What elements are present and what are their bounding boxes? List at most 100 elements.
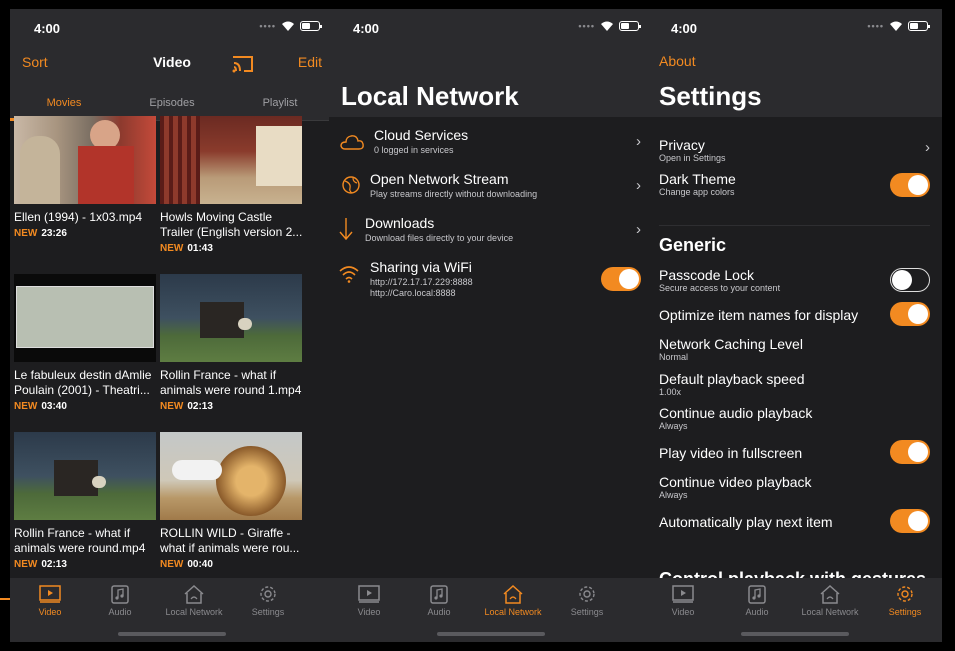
settings-gear-icon — [260, 586, 276, 602]
optimize-names-toggle[interactable] — [890, 302, 930, 326]
row-passcode-lock: Passcode Lock Secure access to your cont… — [659, 267, 942, 293]
home-indicator — [437, 632, 545, 636]
local-network-icon — [184, 584, 204, 604]
local-network-icon — [820, 584, 840, 604]
movie-item[interactable]: Rollin France - what if animals were rou… — [14, 432, 160, 570]
wifi-icon — [339, 266, 359, 283]
chevron-right-icon: › — [636, 177, 641, 194]
row-dark-theme: Dark Theme Change app colors — [659, 171, 942, 197]
tabbar-local-network[interactable]: Local Network — [154, 584, 234, 617]
row-open-network-stream[interactable]: Open Network Stream Play streams directl… — [329, 171, 653, 207]
tabbar-local-network[interactable]: Local Network — [473, 584, 553, 617]
autoplay-next-toggle[interactable] — [890, 509, 930, 533]
status-bar: 4:00 •••• — [647, 9, 942, 45]
tabbar-settings[interactable]: Settings — [228, 584, 308, 617]
movie-item[interactable]: Rollin France - what if animals were rou… — [160, 274, 306, 412]
row-title: Privacy — [659, 137, 705, 153]
movie-duration: 02:13 — [187, 401, 213, 412]
section-title-generic: Generic — [659, 235, 727, 255]
video-icon — [358, 585, 380, 603]
movie-item[interactable]: Le fabuleux destin dAmlie Poulain (2001)… — [14, 274, 160, 412]
movie-thumbnail — [160, 432, 302, 520]
row-playback-speed[interactable]: Default playback speed 1.00x — [659, 371, 942, 397]
movie-item[interactable]: Howls Moving Castle Trailer (English ver… — [160, 116, 306, 254]
movie-title-line2: animals were round.mp4 — [14, 541, 146, 555]
fullscreen-toggle[interactable] — [890, 440, 930, 464]
local-network-icon — [503, 584, 523, 604]
edit-button[interactable]: Edit — [298, 54, 322, 70]
movie-thumbnail — [14, 432, 156, 520]
tabbar-settings[interactable]: Settings — [547, 584, 627, 617]
movie-thumbnail — [14, 274, 156, 362]
tabbar-video[interactable]: Video — [329, 584, 409, 617]
row-downloads[interactable]: Downloads Download files directly to you… — [329, 215, 653, 251]
row-autoplay-next: Automatically play next item — [659, 509, 942, 533]
movie-item[interactable]: ROLLIN WILD - Giraffe - what if animals … — [160, 432, 306, 570]
tabbar-audio[interactable]: Audio — [80, 584, 160, 617]
movie-thumbnail — [14, 116, 156, 204]
local-network-screen: 4:00 •••• Local Network Cloud Services 0… — [329, 9, 653, 642]
page-title: Settings — [659, 81, 762, 111]
row-subtitle: Open in Settings — [659, 153, 726, 163]
movie-duration: 00:40 — [187, 559, 213, 570]
row-optimize-names: Optimize item names for display — [659, 302, 942, 326]
wifi-status-icon — [601, 21, 613, 31]
row-subtitle: Download files directly to your device — [365, 233, 514, 243]
divider — [659, 225, 930, 226]
tabbar-video[interactable]: Video — [647, 584, 723, 617]
row-continue-video[interactable]: Continue video playback Always — [659, 474, 942, 500]
new-badge: NEW — [14, 228, 38, 239]
movie-duration: 02:13 — [41, 559, 67, 570]
new-badge: NEW — [160, 401, 184, 412]
tab-movies[interactable]: Movies — [10, 97, 118, 109]
video-icon — [672, 585, 694, 603]
movie-title: ROLLIN WILD - Giraffe - — [160, 526, 291, 540]
tabbar-audio[interactable]: Audio — [399, 584, 479, 617]
movie-title: Rollin France - what if — [160, 368, 277, 382]
settings-screen: 4:00 •••• About Settings Privacy Open in… — [647, 9, 942, 642]
wifi-status-icon — [282, 21, 294, 31]
home-indicator — [118, 632, 226, 636]
movie-title-line2: animals were round 1.mp4 — [160, 383, 302, 397]
tabbar-audio[interactable]: Audio — [717, 584, 797, 617]
battery-icon — [300, 21, 322, 31]
tabbar-local-network[interactable]: Local Network — [790, 584, 870, 617]
movie-title: Rollin France - what if — [14, 526, 131, 540]
movie-duration: 03:40 — [41, 401, 67, 412]
settings-gear-icon — [897, 586, 913, 602]
passcode-lock-toggle[interactable] — [890, 268, 930, 292]
sharing-wifi-toggle[interactable] — [601, 267, 641, 291]
movie-thumbnail — [160, 116, 302, 204]
row-title: Downloads — [365, 215, 435, 231]
row-sharing-wifi: Sharing via WiFi http://172.17.17.229:88… — [329, 259, 653, 307]
about-button[interactable]: About — [659, 53, 696, 69]
movie-title-line2: Trailer (English version 2... — [160, 225, 303, 239]
row-title: Open Network Stream — [370, 171, 509, 187]
tabbar-settings[interactable]: Settings — [865, 584, 942, 617]
audio-icon — [430, 585, 448, 604]
movie-duration: 23:26 — [41, 228, 67, 239]
tabbar-video[interactable]: Video — [10, 584, 90, 617]
dark-theme-toggle[interactable] — [890, 173, 930, 197]
status-time: 4:00 — [353, 21, 380, 36]
network-stream-icon — [342, 176, 360, 194]
movie-title: Howls Moving Castle — [160, 210, 273, 224]
movie-duration: 01:43 — [187, 243, 213, 254]
movie-title-line2: Poulain (2001) - Theatri... — [14, 383, 150, 397]
home-indicator — [740, 632, 849, 636]
video-screen: 4:00 •••• Sort Video Edit Movies Episode… — [10, 9, 334, 642]
tab-episodes[interactable]: Episodes — [118, 97, 226, 109]
tab-playlist[interactable]: Playlist — [226, 97, 334, 109]
row-cloud-services[interactable]: Cloud Services 0 logged in services › — [329, 127, 653, 163]
cast-icon[interactable] — [232, 55, 254, 73]
row-privacy[interactable]: Privacy Open in Settings › — [659, 137, 942, 163]
tab-bar: Video Audio Local Network Settings — [647, 578, 942, 642]
battery-icon — [908, 21, 930, 31]
row-continue-audio[interactable]: Continue audio playback Always — [659, 405, 942, 431]
new-badge: NEW — [14, 559, 38, 570]
new-badge: NEW — [160, 559, 184, 570]
row-network-caching[interactable]: Network Caching Level Normal — [659, 336, 942, 362]
movie-item[interactable]: Ellen (1994) - 1x03.mp4 NEW 23:26 — [14, 116, 160, 239]
signal-icon: •••• — [867, 21, 884, 31]
audio-icon — [748, 585, 766, 604]
